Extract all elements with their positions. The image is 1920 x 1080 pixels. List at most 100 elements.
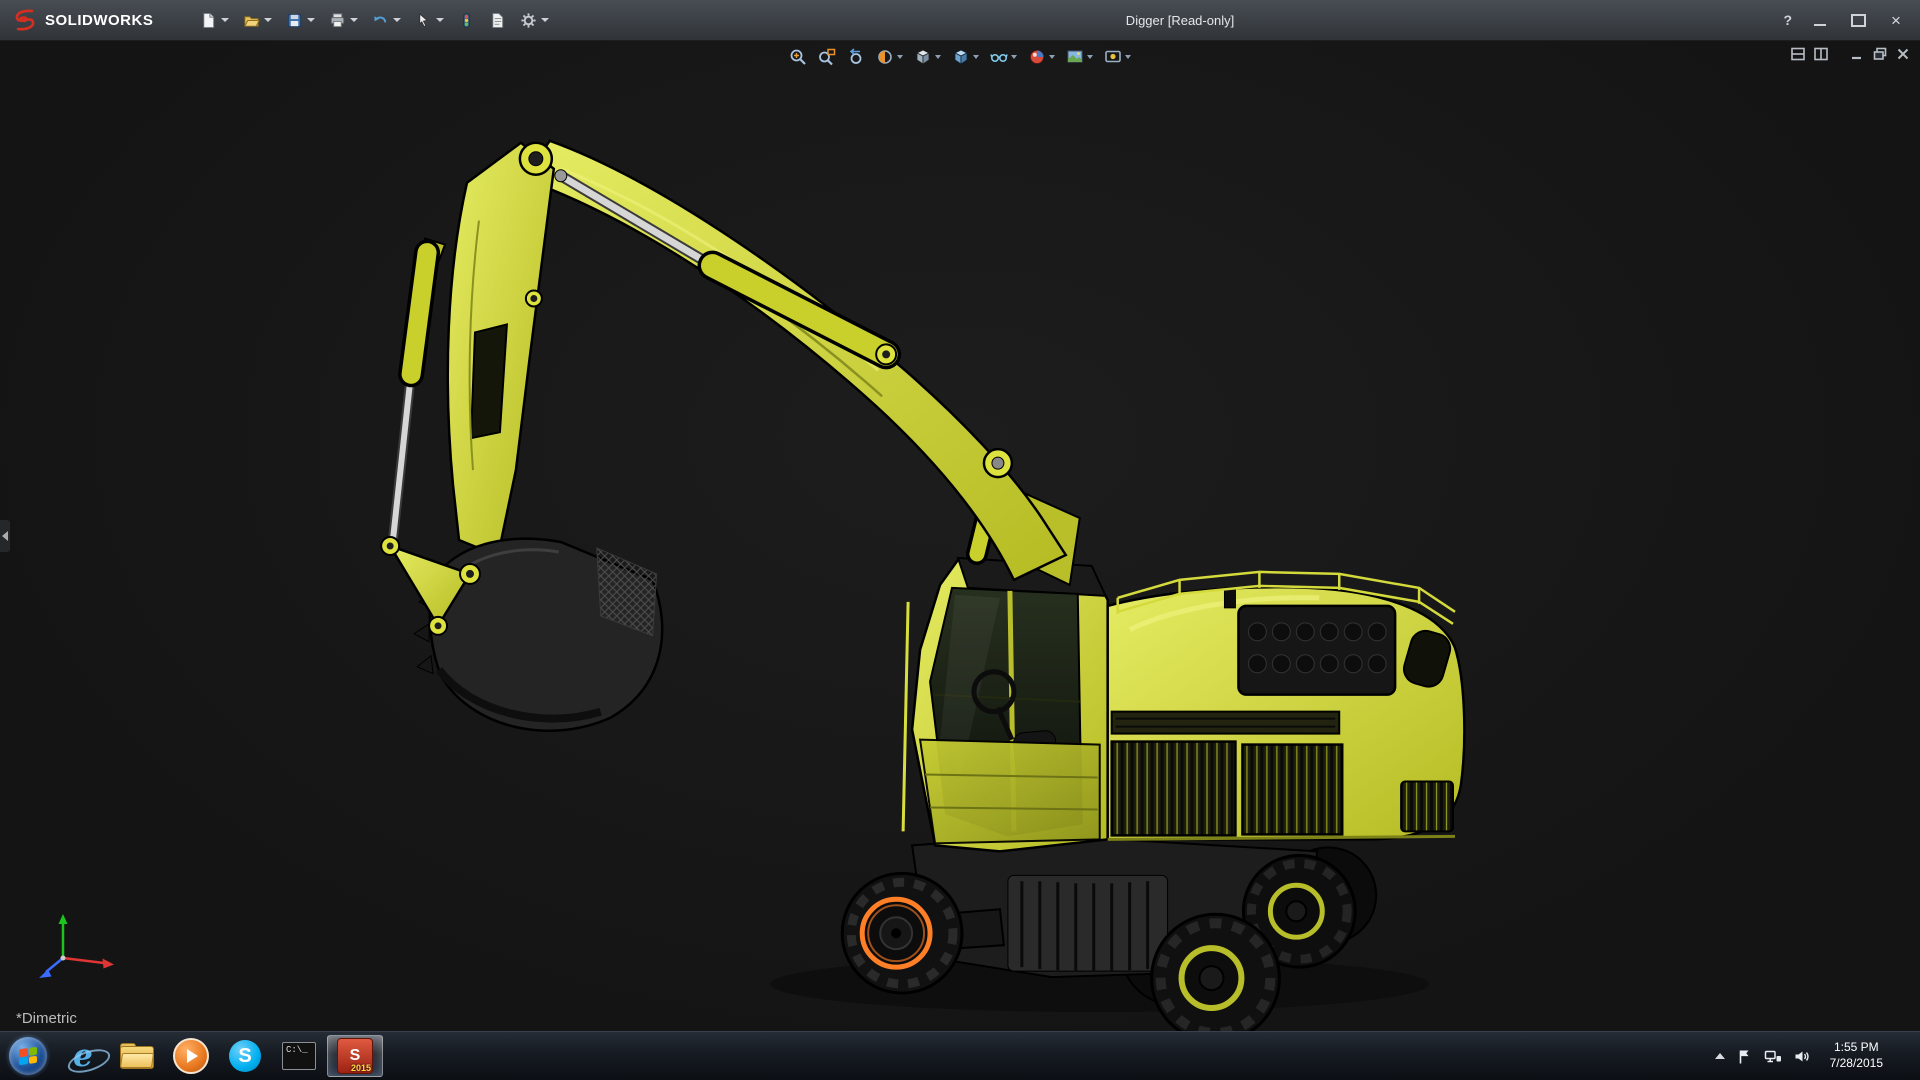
view-settings-button[interactable] <box>1103 47 1132 67</box>
options-dropdown[interactable] <box>541 18 550 22</box>
app-name: SOLIDWORKS <box>45 11 154 29</box>
titlebar: SOLIDWORKS Digger [Read-only] ? × <box>0 0 1920 41</box>
hide-show-items-button[interactable] <box>989 47 1018 67</box>
solidworks-logo: SOLIDWORKS <box>0 9 169 31</box>
featuremanager-collapse-tab[interactable] <box>0 520 10 552</box>
help-button[interactable]: ? <box>1783 12 1792 28</box>
section-view-button[interactable] <box>875 47 904 67</box>
undo-dropdown[interactable] <box>393 18 402 22</box>
tray-date: 7/28/2015 <box>1829 1056 1883 1070</box>
view-orientation-button[interactable] <box>913 47 942 67</box>
zoom-to-fit-icon <box>790 49 806 65</box>
print-icon <box>331 12 345 27</box>
network-icon[interactable] <box>1764 1048 1782 1065</box>
tile-vertically-icon[interactable] <box>1814 47 1828 61</box>
undo-button[interactable] <box>367 8 406 33</box>
view-orientation-label: *Dimetric <box>16 1010 77 1027</box>
wheel-front-left-selected[interactable] <box>840 871 964 995</box>
x-axis-arrow <box>102 958 114 969</box>
open-dropdown[interactable] <box>264 18 273 22</box>
engine-deck <box>1106 570 1466 841</box>
taskbar-internet-explorer[interactable]: e <box>56 1032 114 1080</box>
document-window-controls <box>1791 47 1910 61</box>
solidworks-version-badge: 2015 <box>350 1063 371 1073</box>
start-button[interactable] <box>0 1032 56 1080</box>
apply-scene-button[interactable] <box>1065 47 1094 67</box>
options-gear-icon <box>521 12 536 28</box>
view-orientation-dropdown[interactable] <box>935 55 941 59</box>
taskbar-solidworks[interactable]: S 2015 <box>327 1035 383 1077</box>
main-toolbar <box>195 8 554 33</box>
apply-scene-dropdown[interactable] <box>1087 55 1093 59</box>
command-prompt-icon: C:\_ <box>282 1042 316 1070</box>
windows-start-orb-icon <box>9 1037 47 1075</box>
headsup-view-toolbar <box>788 47 1132 67</box>
taskbar-clock[interactable]: 1:55 PM 7/28/2015 <box>1822 1040 1891 1071</box>
print-dropdown[interactable] <box>350 18 359 22</box>
doc-close-button[interactable] <box>1896 47 1910 61</box>
new-document-dropdown[interactable] <box>221 18 230 22</box>
maximize-icon <box>1850 13 1866 27</box>
edit-appearance-dropdown[interactable] <box>1049 55 1055 59</box>
edit-appearance-button[interactable] <box>1027 47 1056 67</box>
reference-triad <box>39 914 114 978</box>
close-button[interactable]: × <box>1886 9 1906 31</box>
tile-horizontally-icon[interactable] <box>1791 47 1805 61</box>
apply-scene-icon <box>1067 50 1083 63</box>
open-folder-icon <box>244 15 261 27</box>
taskbar-windows-explorer[interactable] <box>110 1032 164 1080</box>
rebuild-button[interactable] <box>453 8 480 33</box>
previous-view-button[interactable] <box>846 47 866 67</box>
document-title: Digger [Read-only] <box>1125 12 1235 28</box>
select-button[interactable] <box>410 8 449 33</box>
minimize-button[interactable] <box>1810 9 1830 31</box>
solidworks-window: SOLIDWORKS Digger [Read-only] ? × *Dimet… <box>0 0 1920 1080</box>
internet-explorer-icon: e <box>65 1040 114 1077</box>
open-button[interactable] <box>238 8 277 33</box>
save-dropdown[interactable] <box>307 18 316 22</box>
boom-arm <box>388 139 1081 587</box>
zoom-to-area-button[interactable] <box>817 47 837 67</box>
print-button[interactable] <box>324 8 363 33</box>
rebuild-traffic-light-icon <box>463 12 471 28</box>
wheel-front-right[interactable] <box>1150 912 1281 1031</box>
hide-show-items-dropdown[interactable] <box>1011 55 1017 59</box>
chevron-left-icon <box>2 531 8 541</box>
options-button[interactable] <box>515 8 554 33</box>
dassault-logo-icon <box>15 9 35 31</box>
undo-icon <box>374 15 387 23</box>
display-style-dropdown[interactable] <box>973 55 979 59</box>
graphics-viewport[interactable]: *Dimetric <box>0 41 1920 1031</box>
view-orientation-cube-icon <box>916 49 930 65</box>
doc-minimize-button[interactable] <box>1850 47 1864 61</box>
display-style-icon <box>954 49 968 65</box>
cab <box>901 556 1109 853</box>
system-tray: 1:55 PM 7/28/2015 <box>1714 1032 1920 1080</box>
new-document-button[interactable] <box>195 8 234 33</box>
z-axis-arrow <box>39 969 52 978</box>
taskbar-skype[interactable]: S <box>218 1032 272 1080</box>
doc-restore-button[interactable] <box>1873 47 1887 61</box>
media-player-icon <box>173 1038 209 1074</box>
save-button[interactable] <box>281 8 320 33</box>
taskbar-command-prompt[interactable]: C:\_ <box>272 1032 326 1080</box>
file-properties-button[interactable] <box>484 8 511 33</box>
excavator-model[interactable] <box>0 41 1920 1031</box>
display-style-button[interactable] <box>951 47 980 67</box>
windows-taskbar: e S C:\_ S 2015 1:55 PM 7/28/2015 <box>0 1031 1920 1080</box>
taskbar-media-player[interactable] <box>164 1032 218 1080</box>
volume-icon[interactable] <box>1793 1048 1811 1065</box>
section-view-dropdown[interactable] <box>897 55 903 59</box>
zoom-to-fit-button[interactable] <box>788 47 808 67</box>
select-dropdown[interactable] <box>436 18 445 22</box>
section-view-icon <box>878 50 892 64</box>
view-settings-dropdown[interactable] <box>1125 55 1131 59</box>
show-hidden-icons-button[interactable] <box>1714 1053 1725 1059</box>
select-cursor-icon <box>419 12 429 27</box>
maximize-button[interactable] <box>1848 9 1868 31</box>
minimize-icon <box>1814 23 1826 26</box>
action-center-flag-icon[interactable] <box>1736 1048 1753 1065</box>
previous-view-icon <box>849 48 862 64</box>
close-icon: × <box>1891 10 1901 30</box>
view-settings-icon <box>1105 50 1121 63</box>
